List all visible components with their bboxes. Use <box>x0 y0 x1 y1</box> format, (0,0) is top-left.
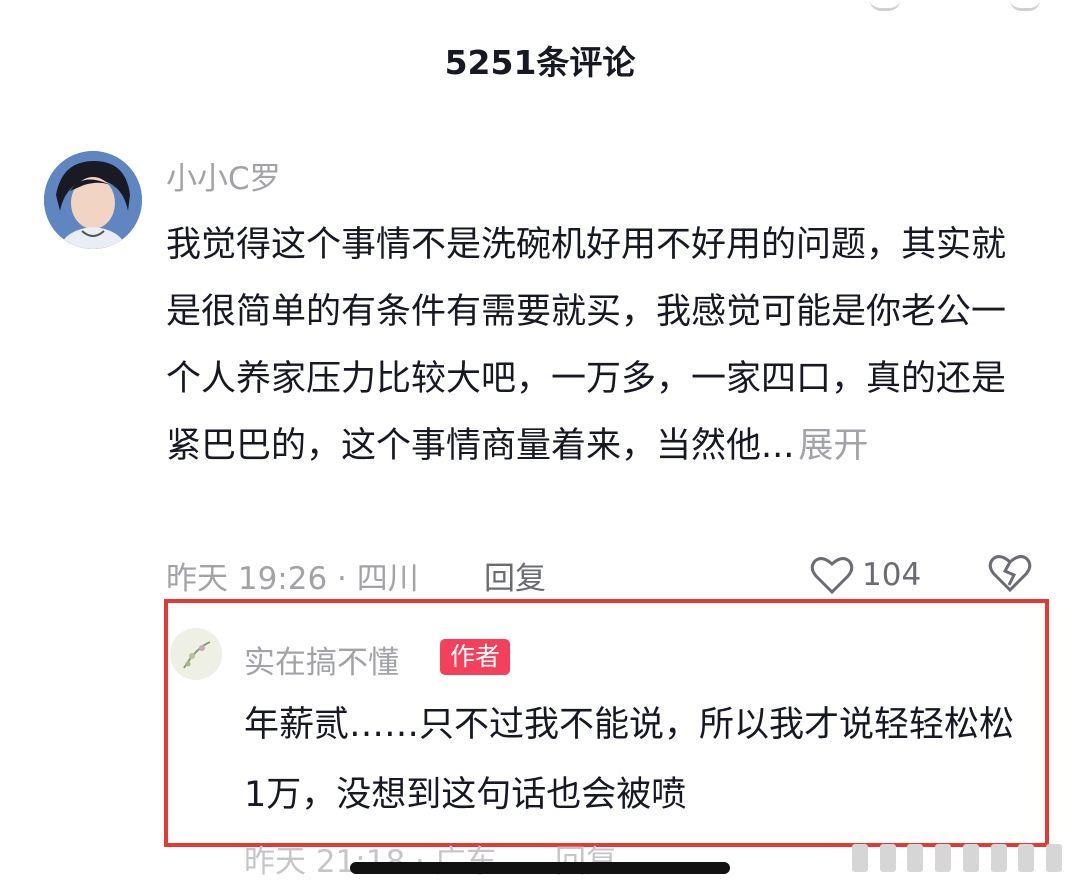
heart-outline-icon <box>810 557 854 595</box>
comments-count-title: 5251条评论 <box>444 43 636 82</box>
reply-avatar-image <box>170 628 222 680</box>
watermark <box>852 838 1062 878</box>
broken-heart-icon <box>988 555 1032 593</box>
like-count: 104 <box>862 557 922 593</box>
comment-body: 我觉得这个事情不是洗碗机好用不好用的问题，其实就是很简单的有条件有需要就买，我感… <box>166 225 1007 466</box>
comment-username[interactable]: 小小C罗 <box>166 153 281 198</box>
expand-link[interactable]: 展开 <box>798 426 868 466</box>
comment-text: 我觉得这个事情不是洗碗机好用不好用的问题，其实就是很简单的有条件有需要就买，我感… <box>166 212 1036 480</box>
dislike-button[interactable] <box>988 553 1032 597</box>
reply-text: 年薪贰……只不过我不能说，所以我才说轻轻松松1万，没想到这句话也会被喷 <box>244 705 1015 815</box>
top-right-corner <box>1010 0 1040 11</box>
author-badge: 作者 <box>440 639 511 675</box>
avatar[interactable] <box>44 151 142 249</box>
home-indicator[interactable] <box>350 862 730 874</box>
avatar-image <box>44 151 142 249</box>
reply-avatar[interactable] <box>170 628 222 680</box>
like-button[interactable]: 104 <box>810 553 921 597</box>
reply-username[interactable]: 实在搞不懂 <box>244 637 399 682</box>
top-left-corner <box>870 0 900 11</box>
reply-button[interactable]: 回复 <box>484 553 546 598</box>
comment-time-location: 昨天 19:26 · 四川 <box>166 561 419 597</box>
